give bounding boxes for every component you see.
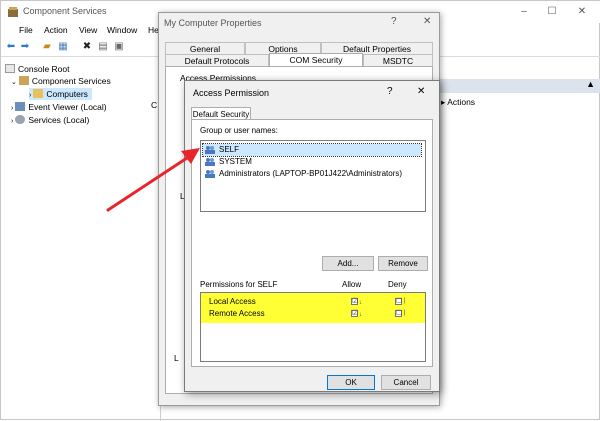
local-access-deny-checkbox[interactable]: ☐ [395, 298, 402, 305]
deny-column-header: Deny [388, 280, 407, 289]
user-list[interactable]: SELF SYSTEM Administrators (LAPTOP-BP01J… [200, 140, 426, 212]
chevron-right-icon[interactable]: › [29, 92, 31, 99]
text-cursor-icon: | [404, 310, 406, 316]
forward-arrow-icon[interactable]: ➡ [19, 41, 31, 53]
list-item-system[interactable]: SYSTEM [203, 156, 252, 168]
main-title: Component Services [23, 6, 107, 16]
ok-button[interactable]: OK [327, 375, 375, 390]
user-name: SELF [219, 145, 240, 154]
component-services-icon [18, 76, 29, 85]
more-actions-link[interactable]: ▸ Actions [441, 97, 475, 108]
user-group-icon [205, 146, 215, 154]
add-button[interactable]: Add... [322, 256, 374, 271]
tree-item-label: Component Services [31, 76, 111, 86]
dialog-title: Access Permission [193, 88, 270, 98]
more-actions-label: Actions [447, 97, 476, 107]
table-row-local-access: Local Access [209, 296, 256, 308]
permission-name: Remote Access [209, 309, 265, 318]
local-access-allow-checkbox[interactable]: ☑ [351, 298, 358, 305]
cancel-button[interactable]: Cancel [381, 375, 431, 390]
permissions-for-label: Permissions for SELF [200, 280, 278, 289]
tree-item-console-root[interactable]: Console Root [5, 63, 70, 75]
caret-up-icon[interactable]: ▲ [586, 79, 595, 89]
user-name: SYSTEM [219, 157, 252, 166]
group-label: Group or user names: [200, 126, 278, 135]
help-button[interactable]: ? [387, 86, 393, 97]
menu-window[interactable]: Window [107, 25, 137, 35]
event-viewer-icon [15, 102, 26, 111]
tree-item-event-viewer[interactable]: › Event Viewer (Local) [11, 101, 107, 113]
actions-pane: ▲ ▸ Actions [431, 59, 600, 421]
close-button[interactable]: ✕ [567, 4, 597, 20]
tree-item-label: Computers [46, 89, 88, 99]
table-row-remote-access: Remote Access [209, 308, 265, 320]
back-arrow-icon[interactable]: ⬅ [5, 41, 17, 53]
user-group-icon [205, 158, 215, 166]
bleed-text-l: L [174, 353, 179, 363]
text-cursor-icon: | [404, 298, 406, 304]
help-button[interactable]: ? [391, 16, 397, 27]
console-tree: Console Root ⌄ Component Services › Comput… [1, 59, 161, 421]
bleed-text-c: C [151, 100, 158, 110]
maximize-button[interactable]: ☐ [537, 4, 567, 20]
remote-access-allow-checkbox[interactable]: ☑ [351, 310, 358, 317]
remove-button[interactable]: Remove [378, 256, 428, 271]
tree-item-computers[interactable]: › Computers [29, 88, 92, 100]
list-item-self[interactable]: SELF [202, 143, 422, 157]
menu-view[interactable]: View [79, 25, 97, 35]
tree-item-services[interactable]: › Services (Local) [11, 114, 89, 126]
user-group-icon [205, 170, 215, 178]
component-services-icon [8, 7, 18, 17]
show-tree-icon[interactable]: ▦ [57, 41, 69, 53]
tree-item-label: Services (Local) [28, 115, 90, 125]
actions-header[interactable]: ▲ [431, 79, 600, 93]
minimize-button[interactable]: – [509, 4, 539, 20]
list-item-administrators[interactable]: Administrators (LAPTOP-BP01J422\Administ… [203, 168, 402, 180]
menu-file[interactable]: File [19, 25, 33, 35]
refresh-icon[interactable]: ▣ [113, 41, 125, 53]
allow-column-header: Allow [342, 280, 362, 289]
tab-com-security[interactable]: COM Security [269, 53, 363, 67]
properties-icon[interactable]: ▤ [97, 41, 109, 53]
services-gear-icon [15, 115, 26, 124]
chevron-down-icon[interactable]: ⌄ [11, 79, 17, 86]
permissions-table: Local Access ☑ ↓ ☐ | Remote Access ☑ ↓ ☐… [200, 292, 426, 362]
permission-name: Local Access [209, 297, 256, 306]
tree-item-component-services[interactable]: ⌄ Component Services [11, 75, 111, 87]
remote-access-deny-checkbox[interactable]: ☐ [395, 310, 402, 317]
delete-icon[interactable]: ✖ [81, 41, 93, 53]
user-name: Administrators (LAPTOP-BP01J422\Administ… [219, 169, 403, 178]
chevron-right-icon[interactable]: › [11, 118, 13, 125]
chevron-right-icon[interactable]: › [11, 105, 13, 112]
access-permission-dialog: Access Permission ? ✕ Default Security G… [184, 80, 440, 392]
cursor-tick-icon: ↓ [359, 312, 362, 318]
close-button[interactable]: ✕ [423, 16, 431, 27]
folder-up-icon[interactable]: ▰ [41, 41, 53, 53]
menu-action[interactable]: Action [44, 25, 68, 35]
tree-item-label: Console Root [18, 64, 70, 74]
caret-right-icon: ▸ [441, 97, 446, 107]
folder-icon [33, 89, 44, 98]
default-security-panel: Group or user names: SELF SYSTEM Adminis… [191, 119, 433, 367]
folder-icon [5, 64, 15, 73]
close-button[interactable]: ✕ [417, 86, 425, 97]
tree-item-label: Event Viewer (Local) [28, 102, 107, 112]
cursor-tick-icon: ↓ [359, 300, 362, 306]
properties-title: My Computer Properties [164, 18, 262, 28]
